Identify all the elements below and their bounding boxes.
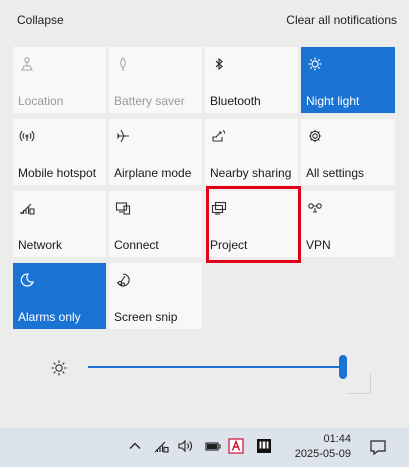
clock[interactable]: 01:44 2025-05-09 bbox=[291, 432, 351, 462]
ime-icon[interactable] bbox=[227, 438, 245, 458]
brightness-slider-thumb[interactable] bbox=[339, 355, 347, 379]
volume-icon[interactable] bbox=[176, 438, 194, 458]
tile-label: Mobile hotspot bbox=[18, 166, 97, 180]
nearby-sharing-icon bbox=[211, 128, 229, 146]
network-icon bbox=[19, 200, 37, 218]
app-icon[interactable] bbox=[255, 438, 273, 458]
tile-screen-snip[interactable]: Screen snip bbox=[109, 263, 202, 329]
location-icon bbox=[19, 56, 37, 74]
brightness-icon bbox=[50, 359, 68, 377]
tile-alarms-only[interactable]: Alarms only bbox=[13, 263, 106, 329]
tile-label: All settings bbox=[306, 166, 365, 180]
tile-label: Airplane mode bbox=[114, 166, 192, 180]
clock-date: 2025-05-09 bbox=[294, 448, 351, 460]
airplane-icon bbox=[115, 128, 133, 146]
tile-bluetooth[interactable]: Bluetooth bbox=[205, 47, 298, 113]
tile-label: Project bbox=[210, 238, 248, 252]
action-center: Collapse Clear all notifications Locatio… bbox=[0, 0, 409, 428]
notifications-icon[interactable] bbox=[368, 437, 388, 457]
vpn-icon bbox=[307, 200, 325, 218]
collapse-link[interactable]: Collapse bbox=[17, 13, 64, 27]
connect-icon bbox=[115, 200, 133, 218]
tile-nearby-sharing[interactable]: Nearby sharing bbox=[205, 119, 298, 185]
wifi-icon[interactable] bbox=[152, 438, 170, 458]
tile-network[interactable]: Network bbox=[13, 191, 106, 257]
tile-label: Screen snip bbox=[114, 310, 178, 324]
tile-label: Alarms only bbox=[18, 310, 81, 324]
tile-mobile-hotspot[interactable]: Mobile hotspot bbox=[13, 119, 106, 185]
tile-label: Bluetooth bbox=[210, 94, 261, 108]
brightness-slider-track[interactable] bbox=[88, 366, 344, 368]
taskbar: 01:44 2025-05-09 bbox=[0, 428, 409, 467]
quick-actions-grid: Location Battery saver Bluetooth Night l… bbox=[13, 47, 395, 329]
gear-icon bbox=[307, 128, 325, 146]
tile-label: Location bbox=[18, 94, 64, 108]
tile-all-settings[interactable]: All settings bbox=[301, 119, 395, 185]
chevron-up-icon[interactable] bbox=[127, 438, 143, 458]
tile-label: Nearby sharing bbox=[210, 166, 292, 180]
moon-icon bbox=[19, 272, 37, 290]
tile-label: Connect bbox=[114, 238, 159, 252]
tile-label: Night light bbox=[306, 94, 360, 108]
battery-saver-icon bbox=[115, 56, 133, 74]
tile-location[interactable]: Location bbox=[13, 47, 106, 113]
tile-project[interactable]: Project bbox=[205, 191, 298, 257]
bluetooth-icon bbox=[211, 56, 229, 74]
night-light-icon bbox=[307, 56, 325, 74]
tile-label: Network bbox=[18, 238, 63, 252]
tile-night-light[interactable]: Night light bbox=[301, 47, 395, 113]
tile-vpn[interactable]: VPN bbox=[301, 191, 395, 257]
tile-label: Battery saver bbox=[114, 94, 185, 108]
clock-time: 01:44 bbox=[323, 433, 351, 445]
screen-snip-icon bbox=[115, 272, 133, 290]
clear-all-notifications-link[interactable]: Clear all notifications bbox=[286, 13, 397, 27]
tile-label: VPN bbox=[306, 238, 331, 252]
slider-end-mark bbox=[347, 374, 371, 394]
battery-icon[interactable] bbox=[204, 438, 222, 458]
tile-connect[interactable]: Connect bbox=[109, 191, 202, 257]
tile-airplane-mode[interactable]: Airplane mode bbox=[109, 119, 202, 185]
tile-placeholder bbox=[205, 263, 298, 329]
tile-placeholder bbox=[301, 263, 395, 329]
tile-battery-saver[interactable]: Battery saver bbox=[109, 47, 202, 113]
project-icon bbox=[211, 200, 229, 218]
hotspot-icon bbox=[19, 128, 37, 146]
